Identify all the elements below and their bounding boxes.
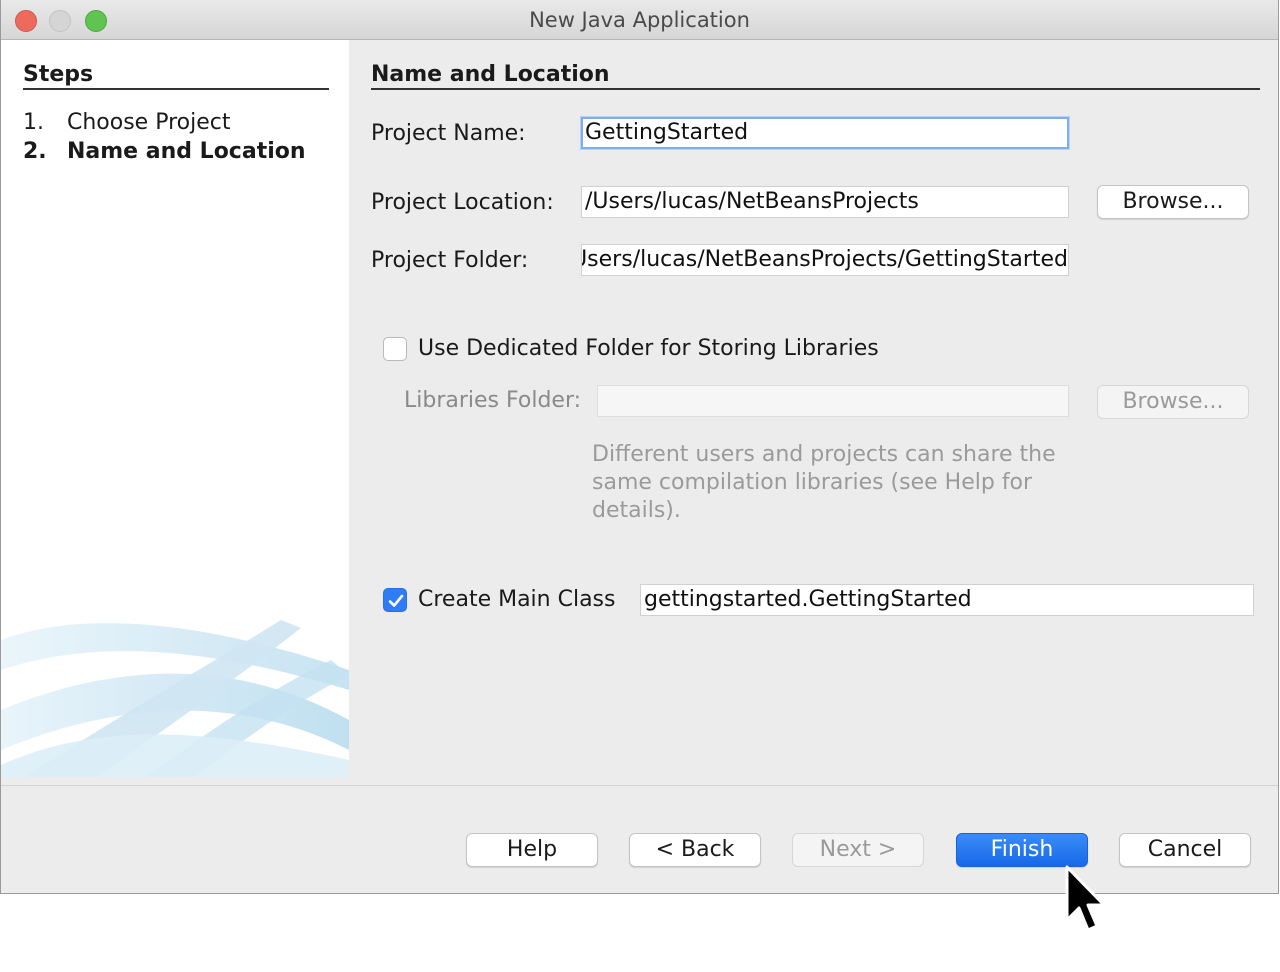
hint-line: same compilation libraries (see Help for	[592, 470, 1033, 495]
decorative-swoosh-graphic	[1, 620, 349, 777]
help-button[interactable]: Help	[466, 833, 598, 867]
main-class-input[interactable]: gettingstarted.GettingStarted	[640, 584, 1254, 616]
libraries-folder-input[interactable]	[597, 385, 1069, 417]
new-java-application-dialog: New Java Application Steps 1. Choose Proj…	[0, 0, 1279, 894]
step-choose-project: 1. Choose Project	[23, 110, 231, 135]
section-heading: Name and Location	[371, 62, 1260, 90]
step-number: 1.	[23, 110, 44, 135]
browse-libraries-button[interactable]: Browse...	[1097, 385, 1249, 419]
project-location-label: Project Location:	[371, 190, 554, 215]
step-name-and-location: 2. Name and Location	[23, 139, 306, 164]
finish-button[interactable]: Finish	[956, 833, 1088, 867]
project-folder-label: Project Folder:	[371, 248, 529, 273]
steps-heading: Steps	[23, 62, 329, 90]
next-button[interactable]: Next >	[792, 833, 924, 867]
project-folder-value: /Users/lucas/NetBeansProjects/GettingSta…	[581, 247, 1068, 272]
dedicated-folder-checkbox[interactable]	[383, 337, 407, 361]
create-main-class-checkbox[interactable]	[383, 588, 407, 612]
project-folder-field[interactable]: /Users/lucas/NetBeansProjects/GettingSta…	[581, 244, 1069, 276]
button-bar-separator	[1, 785, 1278, 786]
project-name-label: Project Name:	[371, 121, 526, 146]
step-label: Choose Project	[67, 110, 231, 135]
step-label: Name and Location	[67, 139, 306, 164]
libraries-hint-text: Different users and projects can share t…	[592, 441, 1072, 525]
browse-location-button[interactable]: Browse...	[1097, 185, 1249, 219]
create-main-class-label[interactable]: Create Main Class	[418, 587, 615, 612]
project-location-input[interactable]: /Users/lucas/NetBeansProjects	[581, 186, 1069, 218]
title-bar: New Java Application	[1, 0, 1278, 40]
project-name-input[interactable]: GettingStarted	[581, 117, 1069, 149]
mouse-pointer-icon	[1065, 865, 1106, 932]
libraries-folder-label: Libraries Folder:	[404, 388, 582, 413]
step-number: 2.	[23, 139, 47, 164]
dedicated-folder-label[interactable]: Use Dedicated Folder for Storing Librari…	[418, 336, 879, 361]
hint-line: Different users and projects can share t…	[592, 442, 1056, 467]
hint-line: details).	[592, 498, 681, 523]
steps-panel: Steps 1. Choose Project 2. Name and Locati…	[1, 40, 349, 777]
cancel-button[interactable]: Cancel	[1119, 833, 1251, 867]
window-title: New Java Application	[529, 8, 750, 32]
checkmark-icon	[388, 594, 404, 607]
back-button[interactable]: < Back	[629, 833, 761, 867]
